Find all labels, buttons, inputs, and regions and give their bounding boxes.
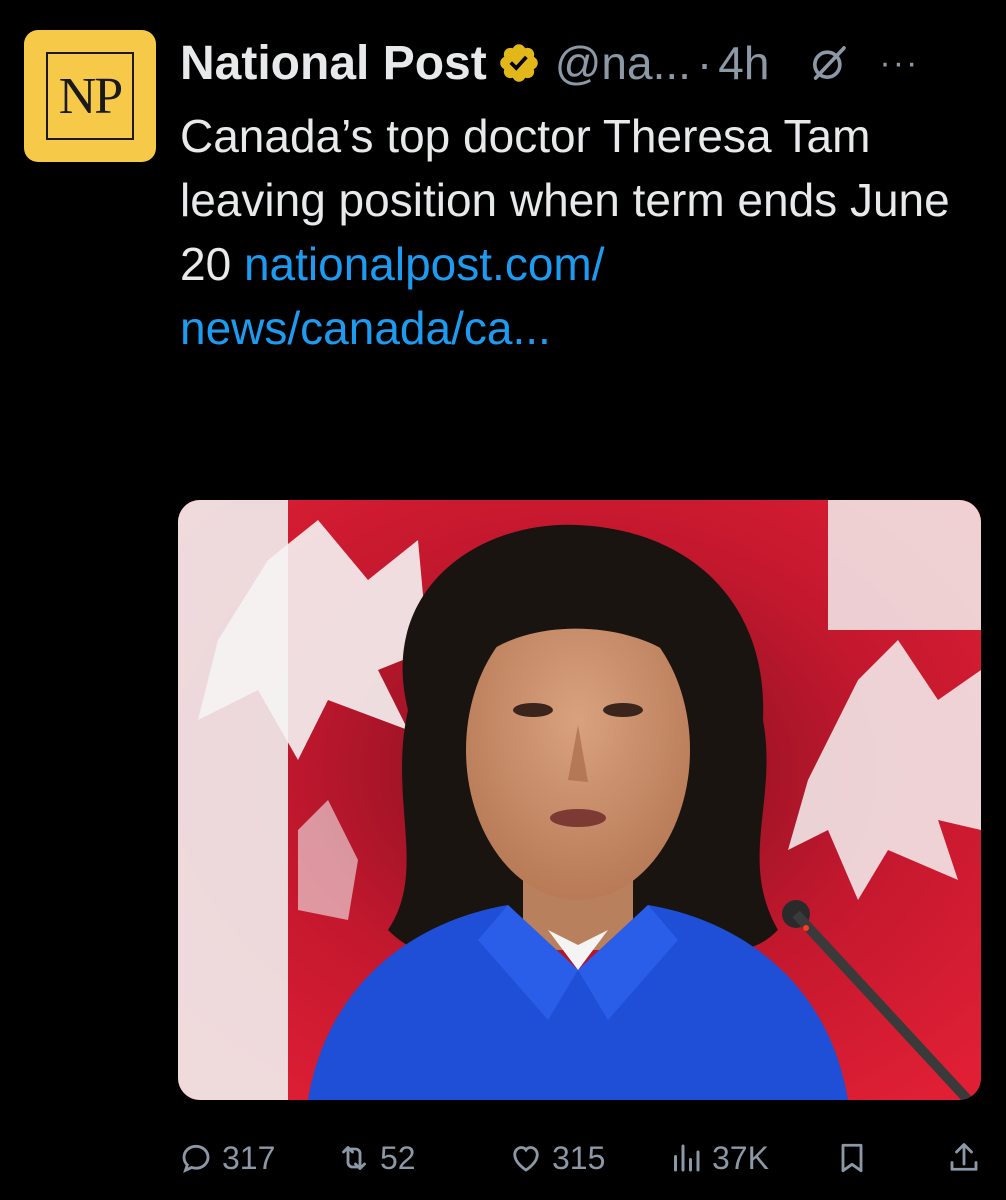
verified-badge-icon[interactable] (497, 41, 541, 85)
avatar[interactable]: NP (24, 30, 156, 162)
avatar-logo-text: NP (58, 67, 124, 125)
like-icon (513, 1146, 539, 1172)
tweet-text: Canada’s top doctor Theresa Tam leaving … (180, 104, 980, 360)
share-button[interactable] (946, 1128, 990, 1188)
tweet-link-part1[interactable]: nationalpost.com/ (244, 238, 605, 290)
share-icon (950, 1143, 978, 1171)
reply-button[interactable]: 317 (178, 1128, 275, 1188)
repost-icon (342, 1146, 366, 1170)
like-count: 315 (552, 1139, 606, 1176)
bookmark-icon (841, 1143, 863, 1173)
repost-button[interactable]: 52 (336, 1128, 416, 1188)
action-bar: 317 52 315 37K (178, 1128, 981, 1188)
views-icon (674, 1144, 700, 1172)
repost-count: 52 (380, 1139, 416, 1176)
like-button[interactable]: 315 (508, 1128, 605, 1188)
more-icon[interactable]: ··· (879, 44, 919, 83)
photo-illustration (178, 500, 981, 1100)
grok-icon[interactable] (809, 43, 849, 83)
tweet-link-part2[interactable]: news/canada/ca... (180, 302, 551, 354)
reply-count: 317 (222, 1139, 276, 1176)
separator-dot: · (696, 37, 713, 89)
author-name[interactable]: National Post (180, 36, 487, 91)
bookmark-button[interactable] (834, 1128, 878, 1188)
tweet-header: National Post @na... · 4h ··· (180, 28, 980, 98)
timestamp[interactable]: 4h (718, 36, 769, 90)
views-button[interactable]: 37K (668, 1128, 769, 1188)
tweet[interactable]: NP National Post @na... · 4h ··· Canada’… (0, 0, 1006, 1200)
views-count: 37K (712, 1139, 769, 1176)
reply-icon (182, 1144, 210, 1173)
author-handle[interactable]: @na... (555, 36, 691, 90)
tweet-photo[interactable] (178, 500, 981, 1100)
avatar-logo-frame: NP (46, 52, 134, 140)
